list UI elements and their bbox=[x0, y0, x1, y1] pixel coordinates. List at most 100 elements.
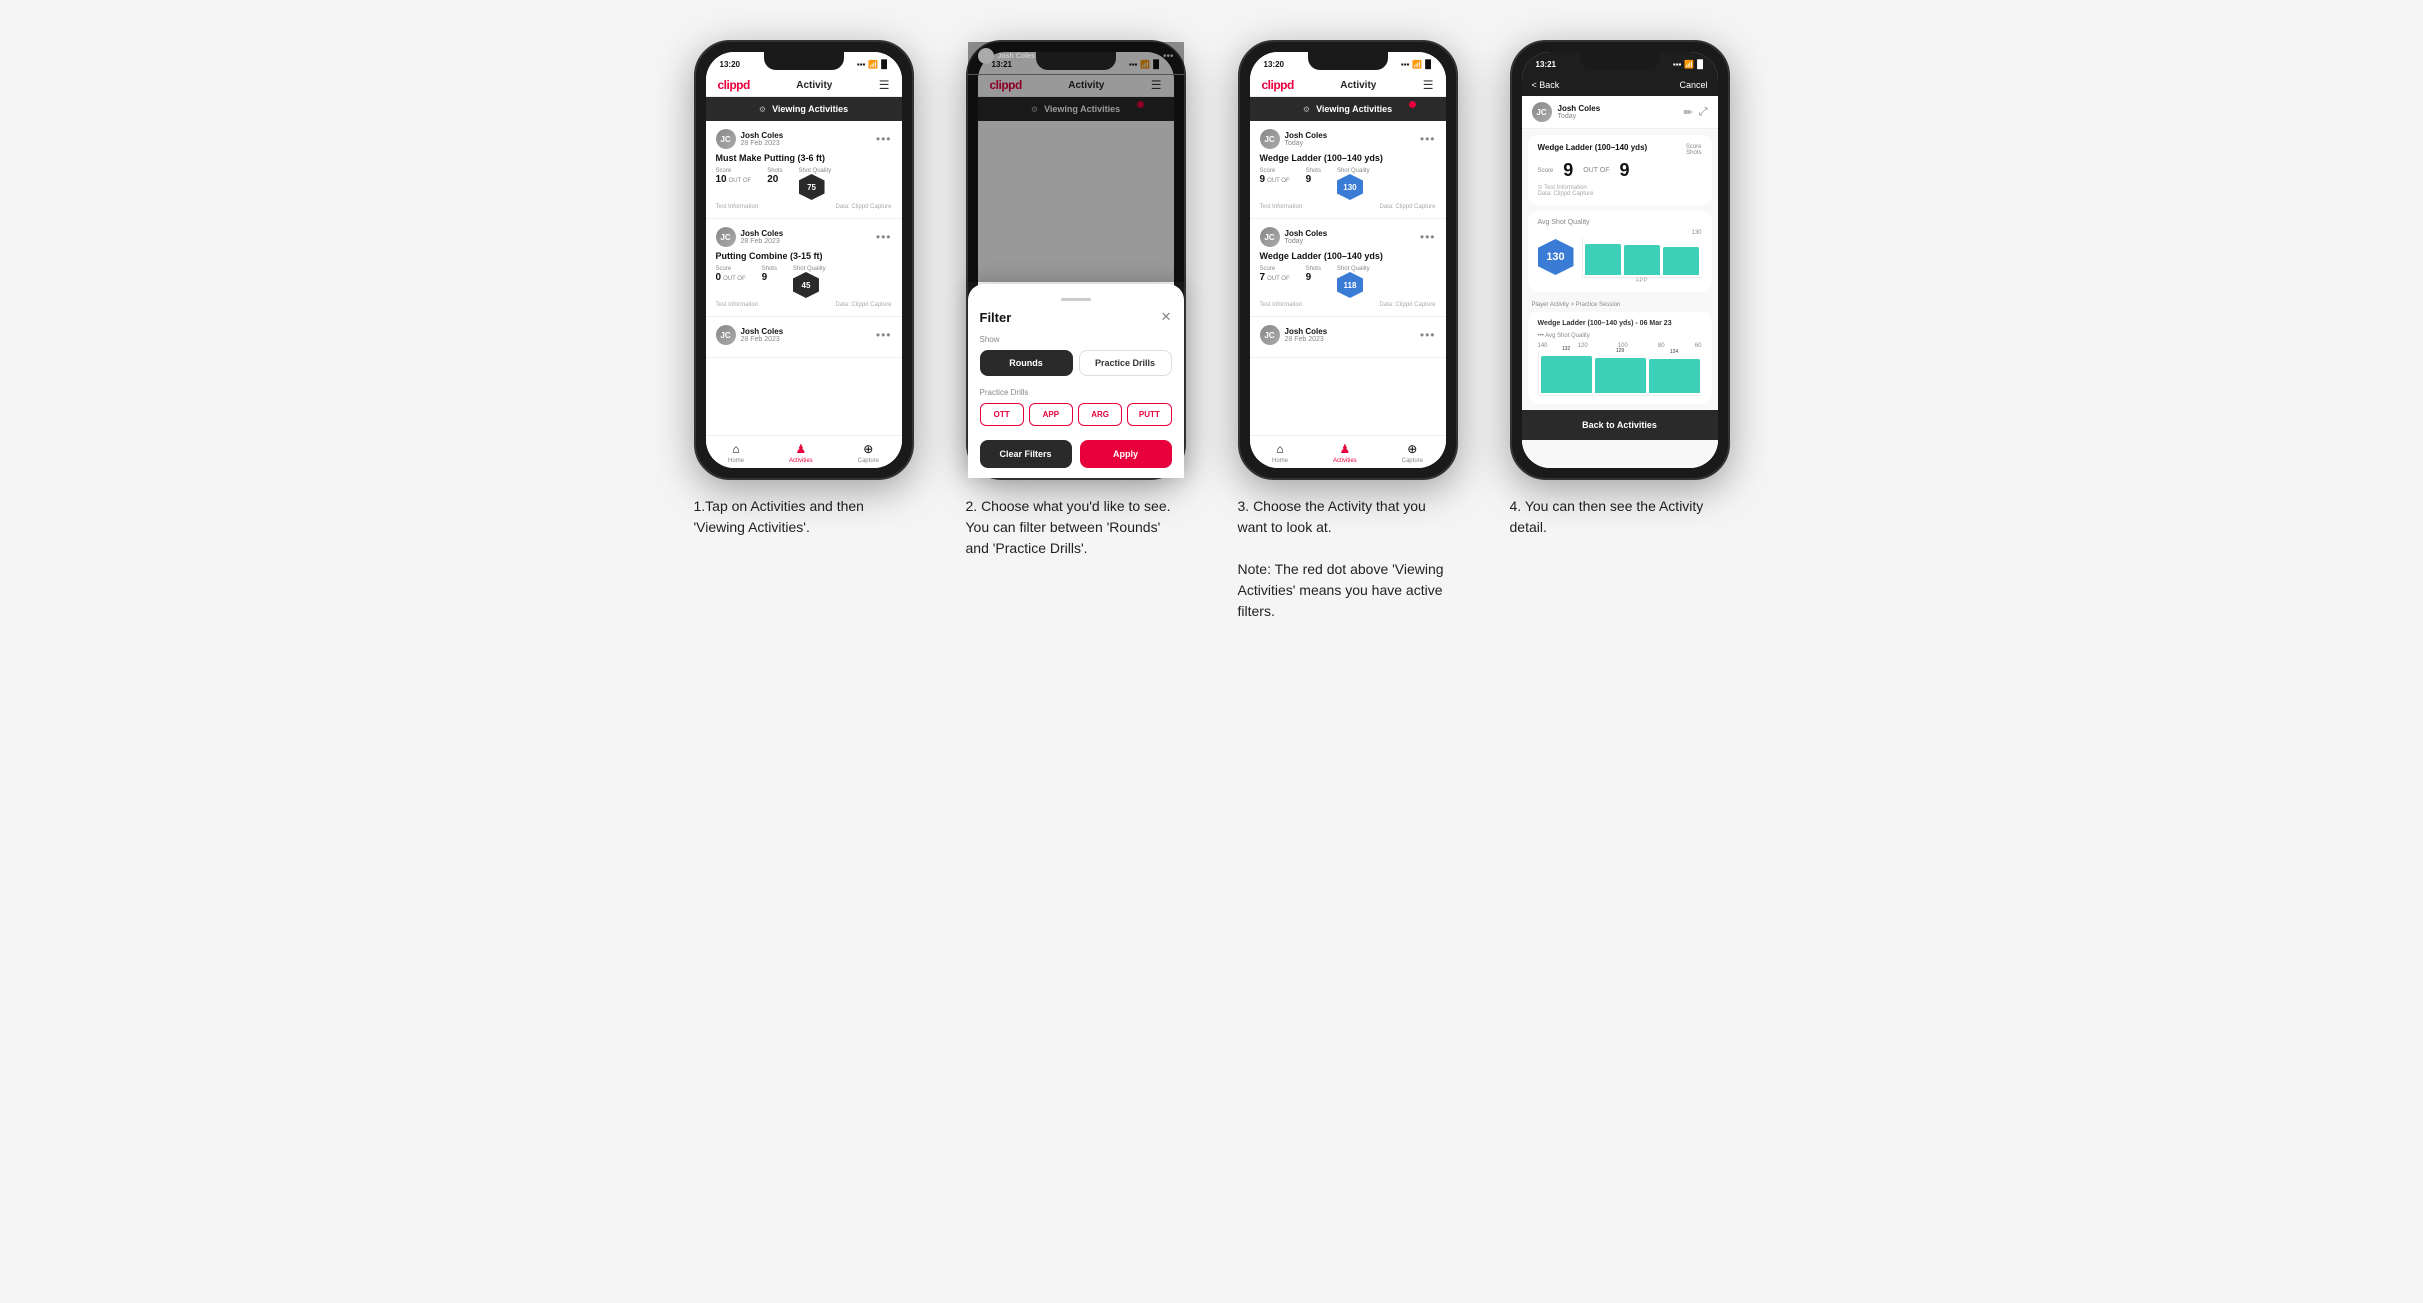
signal-icon-3: ▪▪▪ bbox=[1401, 60, 1410, 69]
bar-chart2-4: 132 129 124 bbox=[1538, 351, 1702, 396]
user-date-3-2: Today bbox=[1285, 238, 1328, 245]
card-header-3-1: JC Josh Coles Today ••• bbox=[1260, 129, 1436, 149]
user-name-3-1: Josh Coles bbox=[1285, 131, 1328, 140]
nav-title-3: Activity bbox=[1340, 80, 1376, 91]
shots-big-4: 9 bbox=[1620, 160, 1630, 181]
activity-card-1-3[interactable]: JC Josh Coles 28 Feb 2023 ••• bbox=[706, 317, 902, 358]
rounds-btn-2[interactable]: Rounds bbox=[980, 350, 1073, 376]
hex-badge-4: 130 bbox=[1538, 239, 1574, 275]
modal-close-2[interactable]: ✕ bbox=[1161, 309, 1172, 325]
card-stats-1-2: Score 0 OUT OF Shots 9 bbox=[716, 266, 892, 298]
tab-home-1[interactable]: ⌂ Home bbox=[728, 442, 744, 464]
capture-icon-3: ⊕ bbox=[1407, 442, 1417, 456]
user-name-1-3: Josh Coles bbox=[741, 327, 784, 336]
stat-shots-1-2: Shots 9 bbox=[762, 266, 777, 298]
viewing-banner-3[interactable]: ⚙ Viewing Activities bbox=[1250, 97, 1446, 121]
card-title-3-2: Wedge Ladder (100–140 yds) bbox=[1260, 251, 1436, 261]
dots-menu-3-1[interactable]: ••• bbox=[1420, 132, 1436, 146]
dots-menu-3-2[interactable]: ••• bbox=[1420, 230, 1436, 244]
tab-bar-3: ⌂ Home ♟ Activities ⊕ Capture bbox=[1250, 435, 1446, 468]
dots-menu-1-2[interactable]: ••• bbox=[876, 230, 892, 244]
tab-activities-label-1: Activities bbox=[789, 458, 813, 464]
user-name-1-2: Josh Coles bbox=[741, 229, 784, 238]
phone-2-inner: 13:21 ▪▪▪ 📶 ▉ clippd Activity ☰ ⚙ Vie bbox=[978, 52, 1174, 468]
drill-title-4: Wedge Ladder (100–140 yds) bbox=[1538, 143, 1648, 152]
score-row-4: Score 9 OUT OF 9 bbox=[1538, 160, 1702, 181]
battery-icon-3: ▉ bbox=[1425, 60, 1431, 69]
status-time-3: 13:20 bbox=[1264, 60, 1284, 69]
show-label-2: Show bbox=[980, 335, 1172, 344]
sq-badge-3-2: 118 bbox=[1337, 272, 1363, 298]
user-info-4: Josh Coles Today bbox=[1558, 104, 1601, 120]
scroll-1: JC Josh Coles 28 Feb 2023 ••• Must Make … bbox=[706, 121, 902, 435]
phone-3: 13:20 ▪▪▪ 📶 ▉ clippd Activity ☰ ⚙ Vie bbox=[1238, 40, 1458, 480]
tab-activities-3[interactable]: ♟ Activities bbox=[1333, 442, 1357, 464]
avatar-3-2: JC bbox=[1260, 227, 1280, 247]
status-icons-1: ▪▪▪ 📶 ▉ bbox=[857, 60, 888, 69]
practice-btn-2[interactable]: Practice Drills bbox=[1079, 350, 1172, 376]
drill-putt-2[interactable]: PUTT bbox=[1127, 403, 1171, 426]
sq-badge-1-2: 45 bbox=[793, 272, 819, 298]
menu-icon-3[interactable]: ☰ bbox=[1423, 78, 1434, 92]
red-dot-3 bbox=[1409, 101, 1416, 108]
sq-label-1-1: Shot Quality bbox=[799, 168, 832, 174]
card-header-1-3: JC Josh Coles 28 Feb 2023 ••• bbox=[716, 325, 892, 345]
caption-2: 2. Choose what you'd like to see. You ca… bbox=[966, 496, 1186, 559]
tab-capture-3[interactable]: ⊕ Capture bbox=[1402, 442, 1423, 464]
dots-menu-3-3[interactable]: ••• bbox=[1420, 328, 1436, 342]
back-btn-4[interactable]: < Back bbox=[1532, 80, 1560, 90]
wifi-icon-3: 📶 bbox=[1412, 60, 1422, 69]
activity-card-1-1[interactable]: JC Josh Coles 28 Feb 2023 ••• Must Make … bbox=[706, 121, 902, 219]
user-date-4: Today bbox=[1558, 113, 1601, 120]
avatar-4: JC bbox=[1532, 102, 1552, 122]
drill-btns-2: OTT APP ARG PUTT bbox=[980, 403, 1172, 426]
card-stats-3-2: Score 7 OUT OF Shots 9 bbox=[1260, 266, 1436, 298]
tab-home-3[interactable]: ⌂ Home bbox=[1272, 442, 1288, 464]
chart-title-4: Wedge Ladder (100–140 yds) - 06 Mar 23 bbox=[1538, 320, 1702, 327]
notch-4 bbox=[1580, 52, 1660, 70]
viewing-banner-1[interactable]: ⚙ Viewing Activities bbox=[706, 97, 902, 121]
viewing-banner-text-1: Viewing Activities bbox=[772, 104, 848, 114]
user-date-3-1: Today bbox=[1285, 140, 1328, 147]
tab-home-label-1: Home bbox=[728, 458, 744, 464]
card-user-3-2: JC Josh Coles Today bbox=[1260, 227, 1328, 247]
stat-sq-1-2: Shot Quality 45 bbox=[793, 266, 826, 298]
card-user-1-3: JC Josh Coles 28 Feb 2023 bbox=[716, 325, 784, 345]
dots-menu-1-1[interactable]: ••• bbox=[876, 132, 892, 146]
activity-card-3-1[interactable]: JC Josh Coles Today ••• Wedge Ladder (10… bbox=[1250, 121, 1446, 219]
stat-sq-3-1: Shot Quality 130 bbox=[1337, 168, 1370, 200]
activity-card-3-3[interactable]: JC Josh Coles 28 Feb 2023 ••• bbox=[1250, 317, 1446, 358]
avatar-1-3: JC bbox=[716, 325, 736, 345]
chart-right-4: 130 APP bbox=[1582, 230, 1702, 284]
card-footer-3-2: Test Information Data: Clippd Capture bbox=[1260, 302, 1436, 308]
card-footer-1-2: Test Information Data: Clippd Capture bbox=[716, 302, 892, 308]
menu-icon-1[interactable]: ☰ bbox=[879, 78, 890, 92]
user-date-3-3: 28 Feb 2023 bbox=[1285, 336, 1328, 343]
back-to-activities-btn-4[interactable]: Back to Activities bbox=[1522, 410, 1718, 440]
drill-ott-2[interactable]: OTT bbox=[980, 403, 1024, 426]
apply-btn-2[interactable]: Apply bbox=[1080, 440, 1172, 468]
expand-icon-4[interactable]: ⤢ bbox=[1699, 106, 1708, 119]
stat-score-3-1: Score 9 OUT OF bbox=[1260, 168, 1290, 200]
activity-card-3-2[interactable]: JC Josh Coles Today ••• Wedge Ladder (10… bbox=[1250, 219, 1446, 317]
modal-header-2: Filter ✕ bbox=[980, 309, 1172, 325]
card-header-1-2: JC Josh Coles 28 Feb 2023 ••• bbox=[716, 227, 892, 247]
caption-4: 4. You can then see the Activity detail. bbox=[1510, 496, 1730, 538]
drill-arg-2[interactable]: ARG bbox=[1078, 403, 1122, 426]
activity-card-1-2[interactable]: JC Josh Coles 28 Feb 2023 ••• Putting Co… bbox=[706, 219, 902, 317]
edit-icon-4[interactable]: ✏ bbox=[1683, 106, 1692, 119]
chart-title-section-4: Wedge Ladder (100–140 yds) - 06 Mar 23 •… bbox=[1528, 312, 1712, 404]
clear-filters-btn-2[interactable]: Clear Filters bbox=[980, 440, 1072, 468]
card-footer-3-1: Test Information Data: Clippd Capture bbox=[1260, 204, 1436, 210]
dots-menu-1-3[interactable]: ••• bbox=[876, 328, 892, 342]
sq-badge-1-1: 75 bbox=[799, 174, 825, 200]
user-name-1-1: Josh Coles bbox=[741, 131, 784, 140]
tab-capture-1[interactable]: ⊕ Capture bbox=[858, 442, 879, 464]
nav-bar-3: clippd Activity ☰ bbox=[1250, 74, 1446, 97]
activities-icon-3: ♟ bbox=[1339, 442, 1350, 456]
cancel-btn-4[interactable]: Cancel bbox=[1679, 80, 1707, 90]
avatar-3-1: JC bbox=[1260, 129, 1280, 149]
drill-app-2[interactable]: APP bbox=[1029, 403, 1073, 426]
phone-4-inner: 13:21 ▪▪▪ 📶 ▉ < Back Cancel bbox=[1522, 52, 1718, 468]
tab-activities-1[interactable]: ♟ Activities bbox=[789, 442, 813, 464]
